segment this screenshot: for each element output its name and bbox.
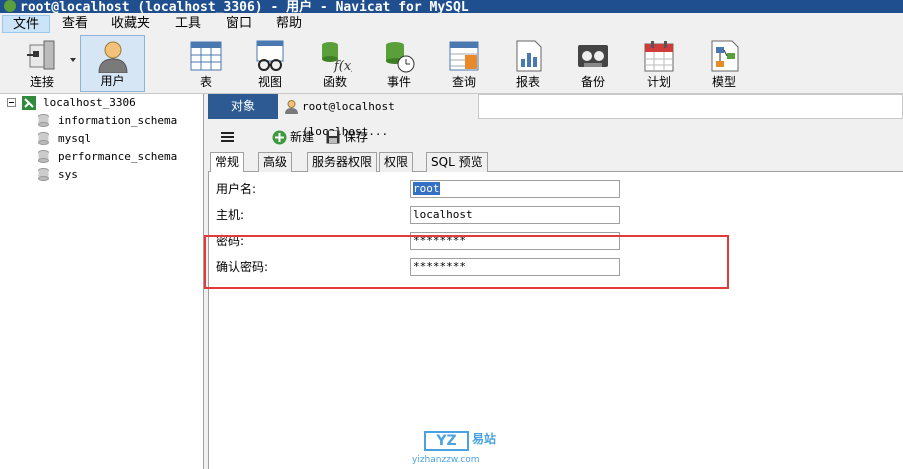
report-button[interactable]: 报表 (498, 36, 558, 92)
model-icon (711, 40, 739, 72)
view-label: 视图 (257, 75, 282, 89)
tree-database[interactable]: sys (58, 166, 78, 183)
query-button[interactable]: 查询 (434, 36, 494, 92)
connection-tree: localhost_3306 information_schema mysql … (0, 94, 204, 469)
connect-label: 连接 (29, 75, 54, 89)
backup-label: 备份 (580, 75, 605, 89)
function-label: 函数 (322, 75, 347, 89)
event-label: 事件 (386, 75, 411, 89)
user-label: 用户 (100, 74, 125, 88)
backup-icon (578, 45, 608, 67)
collapse-icon[interactable] (7, 98, 16, 107)
model-button[interactable]: 模型 (694, 36, 754, 92)
user-button[interactable]: 用户 (80, 35, 145, 92)
watermark-name: 易站 (472, 432, 497, 446)
tab-server-privileges[interactable]: 服务器权限 (307, 152, 378, 172)
tab-user-editor[interactable]: root@localhost (localhost... (280, 94, 475, 138)
report-label: 报表 (515, 75, 540, 89)
report-icon (516, 40, 542, 72)
menu-tools[interactable]: 工具 (165, 15, 211, 33)
watermark-url: yizhanzzw.com (412, 455, 480, 465)
host-field[interactable]: localhost (410, 206, 620, 224)
table-label: 表 (199, 75, 212, 89)
database-icon (38, 150, 49, 163)
user-form: 用户名: root 主机: localhost 密码: ******** 确认密… (208, 172, 903, 469)
connect-dropdown-icon[interactable] (70, 58, 76, 62)
tree-database[interactable]: mysql (58, 130, 91, 147)
username-field[interactable]: root (410, 180, 620, 198)
tab-general[interactable]: 常规 (210, 152, 245, 173)
function-button[interactable]: f(x) 函数 (305, 36, 365, 92)
menu-window[interactable]: 窗口 (216, 15, 262, 33)
tree-database[interactable]: performance_schema (58, 148, 177, 165)
event-button[interactable]: 事件 (369, 36, 429, 92)
connect-button[interactable]: 连接 (12, 36, 72, 92)
document-tabs: 对象 root@localhost (localhost... (208, 94, 903, 138)
database-icon (38, 132, 49, 145)
calendar-icon (644, 41, 674, 72)
function-icon: f(x) (322, 42, 352, 73)
svg-text:f(x): f(x) (333, 59, 352, 73)
window-title: root@localhost (localhost_3306) - 用户 - N… (20, 0, 469, 13)
database-icon (38, 168, 49, 181)
property-tabs: 常规 高级 服务器权限 权限 SQL 预览 (208, 152, 903, 173)
menu-favorites[interactable]: 收藏夹 (101, 15, 160, 33)
save-icon (326, 130, 340, 144)
table-button[interactable]: 表 (176, 36, 236, 92)
host-label: 主机: (216, 208, 245, 222)
title-bar: root@localhost (localhost_3306) - 用户 - N… (0, 0, 903, 13)
highlight-box (204, 235, 729, 289)
watermark: YZ 易站 yizhanzzw.com (412, 430, 502, 468)
menu-help[interactable]: 帮助 (266, 15, 312, 33)
username-value: root (413, 182, 440, 195)
menu-icon[interactable] (220, 127, 236, 147)
new-button[interactable]: 新建 (272, 127, 324, 147)
save-label: 保存 (344, 130, 369, 144)
new-label: 新建 (290, 130, 315, 144)
view-icon (256, 40, 284, 71)
view-button[interactable]: 视图 (240, 36, 300, 92)
user-icon (285, 100, 298, 114)
plug-icon (27, 40, 55, 70)
tab-objects[interactable]: 对象 (208, 94, 278, 119)
query-label: 查询 (451, 75, 476, 89)
username-label: 用户名: (216, 182, 257, 196)
event-icon (386, 42, 415, 73)
tree-database[interactable]: information_schema (58, 112, 177, 129)
backup-button[interactable]: 备份 (563, 36, 623, 92)
main-toolbar: 连接 用户 表 视图 f(x 函数 事件 查询 报表 备份 计划 模型 (0, 34, 903, 94)
connection-icon (22, 96, 36, 110)
tab-advanced[interactable]: 高级 (258, 152, 293, 172)
editor-toolbar: 新建 保存 (208, 124, 903, 150)
save-button[interactable]: 保存 (326, 127, 376, 147)
tab-strip-empty (478, 94, 903, 119)
menu-bar: 文件 查看 收藏夹 工具 窗口 帮助 (0, 13, 903, 34)
tree-connection[interactable]: localhost_3306 (43, 94, 136, 111)
menu-view[interactable]: 查看 (52, 15, 98, 33)
schedule-label: 计划 (646, 75, 671, 89)
watermark-logo: YZ (424, 431, 469, 451)
user-icon (97, 41, 128, 73)
table-icon (190, 41, 222, 71)
tab-sql-preview[interactable]: SQL 预览 (426, 152, 488, 172)
model-label: 模型 (711, 75, 736, 89)
schedule-button[interactable]: 计划 (629, 36, 689, 92)
app-icon (4, 0, 16, 12)
tab-privileges[interactable]: 权限 (379, 152, 414, 172)
database-icon (38, 114, 49, 127)
query-icon (449, 41, 479, 71)
plus-icon (272, 130, 287, 145)
menu-file[interactable]: 文件 (2, 15, 51, 33)
